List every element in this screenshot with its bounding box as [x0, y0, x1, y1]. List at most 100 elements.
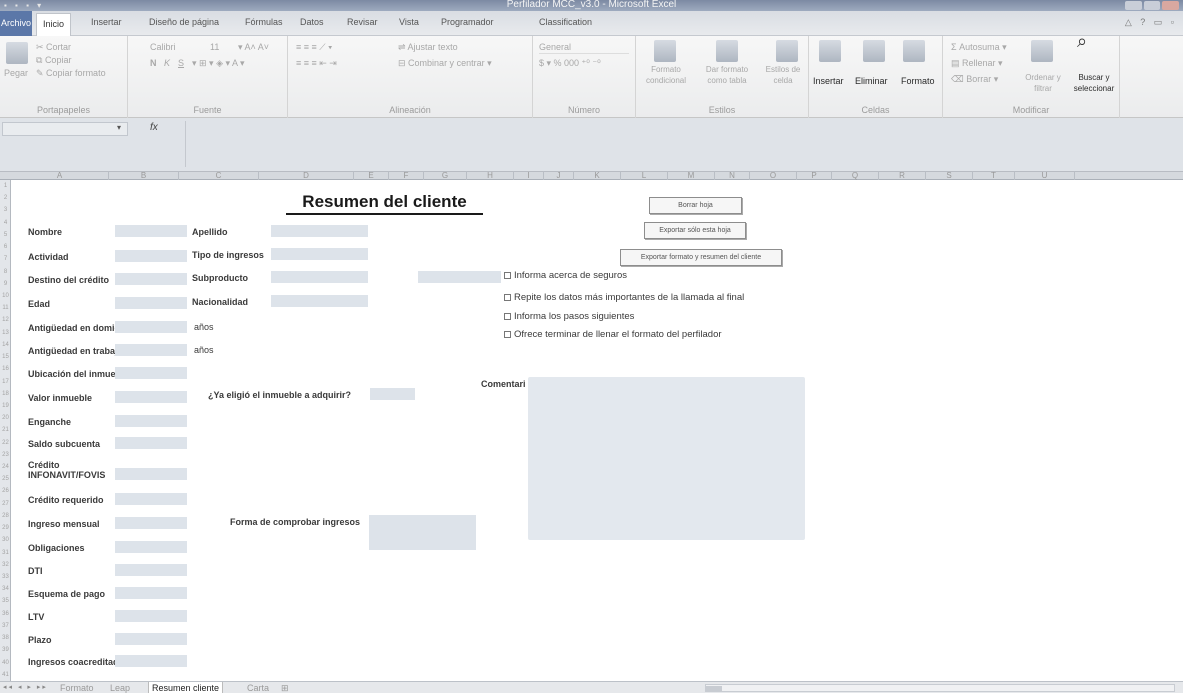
row-header[interactable]: 17 [0, 376, 11, 388]
new-sheet-icon[interactable]: ⊞ [281, 682, 289, 693]
maximize-button[interactable] [1143, 1, 1161, 10]
input-ingresos-coacreditado[interactable] [115, 655, 187, 667]
row-header[interactable]: 22 [0, 437, 11, 449]
delete-button[interactable]: Eliminar [855, 76, 888, 87]
row-header[interactable]: 34 [0, 583, 11, 595]
column-header[interactable]: M [668, 171, 715, 180]
input-esquema-pago[interactable] [115, 587, 187, 599]
row-header[interactable]: 28 [0, 510, 11, 522]
input-credito-requerido[interactable] [115, 493, 187, 505]
check-repite-datos[interactable]: Repite los datos más importantes de la l… [504, 292, 744, 303]
row-header[interactable]: 9 [0, 278, 11, 290]
row-header[interactable]: 13 [0, 327, 11, 339]
merge-center-button[interactable]: ⊟ Combinar y centrar ▾ [398, 58, 492, 69]
sheet-tab-resumen-cliente[interactable]: Resumen cliente [148, 682, 224, 693]
underline-button[interactable]: S [178, 58, 184, 69]
row-header[interactable]: 41 [0, 669, 11, 681]
input-ubicacion[interactable] [115, 367, 187, 379]
row-header[interactable]: 24 [0, 461, 11, 473]
column-header[interactable]: N [715, 171, 750, 180]
horizontal-scrollbar[interactable] [705, 684, 1175, 692]
input-valor-inmueble[interactable] [115, 391, 187, 403]
currency-percent-icon[interactable]: $ ▾ % 000 ⁺⁰ ⁻⁰ [539, 58, 601, 69]
format-painter-button[interactable]: ✎ Copiar formato [36, 68, 106, 79]
sheet-tab-leap[interactable]: Leap [110, 682, 130, 693]
input-dti[interactable] [115, 564, 187, 576]
input-subproducto-extra[interactable] [418, 271, 501, 283]
sheet-tab-formato[interactable]: Formato [60, 682, 94, 693]
grow-font-icon[interactable]: ▾ A˄ A˅ [238, 42, 269, 53]
fx-icon[interactable]: fx [150, 122, 158, 133]
column-header[interactable]: L [621, 171, 668, 180]
row-header[interactable]: 26 [0, 485, 11, 497]
cell-styles-button[interactable]: Estilos de celda [760, 64, 806, 86]
format-cells-icon[interactable] [903, 40, 925, 62]
sheet-nav-arrows[interactable]: ◂◂ ◂ ▸ ▸▸ [3, 683, 48, 691]
input-credito-infonavit[interactable] [115, 468, 187, 480]
tab-classification[interactable]: Classification [539, 17, 592, 27]
row-header[interactable]: 25 [0, 473, 11, 485]
input-apellido[interactable] [271, 225, 368, 237]
input-nacionalidad[interactable] [271, 295, 368, 307]
cut-button[interactable]: ✂ Cortar [36, 42, 71, 53]
name-box[interactable]: ▾ [2, 122, 128, 136]
row-header[interactable]: 2 [0, 192, 11, 204]
font-name-select[interactable]: Calibri [150, 42, 176, 53]
row-header[interactable]: 15 [0, 351, 11, 363]
column-header[interactable]: F [389, 171, 424, 180]
checkbox-icon[interactable] [504, 313, 511, 320]
row-header[interactable]: 7 [0, 253, 11, 265]
comments-box[interactable] [528, 377, 805, 540]
column-header[interactable]: T [973, 171, 1015, 180]
conditional-format-button[interactable]: Formato condicional [638, 64, 694, 86]
column-header[interactable]: A [11, 171, 109, 180]
export-sheet-button[interactable]: Exportar sólo esta hoja [644, 222, 746, 239]
autosum-button[interactable]: Σ Autosuma ▾ [951, 42, 1007, 53]
checkbox-icon[interactable] [504, 272, 511, 279]
find-select-button[interactable]: Buscar y seleccionar [1067, 72, 1121, 94]
window-controls[interactable] [1125, 1, 1180, 10]
column-header[interactable]: C [179, 171, 259, 180]
minimize-button[interactable] [1125, 1, 1142, 10]
clear-sheet-button[interactable]: Borrar hoja [649, 197, 742, 214]
input-saldo-subcuenta[interactable] [115, 437, 187, 449]
help-icon[interactable]: △ ? ▭ ▫ [1125, 17, 1177, 28]
scrollbar-thumb[interactable] [706, 686, 722, 691]
border-fill-color-icon[interactable]: ▾ ⊞ ▾ ◈ ▾ A ▾ [192, 58, 245, 69]
format-as-table-button[interactable]: Dar formato como tabla [698, 64, 756, 86]
row-header[interactable]: 40 [0, 657, 11, 669]
column-header[interactable]: Q [832, 171, 879, 180]
input-actividad[interactable] [115, 250, 187, 262]
copy-button[interactable]: ⧉ Copiar [36, 55, 71, 66]
tab-diseno[interactable]: Diseño de página [149, 17, 219, 27]
row-header[interactable]: 27 [0, 498, 11, 510]
check-terminar-formato[interactable]: Ofrece terminar de llenar el formato del… [504, 329, 722, 340]
format-button[interactable]: Formato [901, 76, 935, 87]
delete-cells-icon[interactable] [863, 40, 885, 62]
tab-archivo[interactable]: Archivo [0, 11, 32, 36]
input-antiguedad-trabajo[interactable] [115, 344, 187, 356]
input-comprobar-ingresos[interactable] [369, 515, 476, 550]
italic-button[interactable]: K [164, 58, 170, 69]
tab-inicio[interactable]: Inicio [36, 13, 72, 36]
tab-programador[interactable]: Programador [441, 17, 494, 27]
tab-datos[interactable]: Datos [300, 17, 324, 27]
font-size-select[interactable]: 11 [210, 42, 219, 53]
conditional-format-icon[interactable] [654, 40, 676, 62]
row-header[interactable]: 39 [0, 644, 11, 656]
input-antiguedad-domicilio[interactable] [115, 321, 187, 333]
chevron-down-icon[interactable]: ▾ [117, 123, 121, 132]
row-header[interactable]: 32 [0, 559, 11, 571]
column-header[interactable]: P [797, 171, 832, 180]
align-top-icon[interactable]: ≡ ≡ ≡ ⟋ ▾ [296, 42, 332, 53]
cell-styles-icon[interactable] [776, 40, 798, 62]
row-header[interactable]: 19 [0, 400, 11, 412]
row-header[interactable]: 5 [0, 229, 11, 241]
row-header[interactable]: 31 [0, 547, 11, 559]
column-header[interactable]: G [424, 171, 467, 180]
column-header[interactable]: O [750, 171, 797, 180]
number-format-select[interactable]: General [539, 42, 629, 54]
paste-button[interactable]: Pegar [4, 68, 28, 79]
row-header[interactable]: 8 [0, 266, 11, 278]
export-all-button[interactable]: Exportar formato y resumen del cliente [620, 249, 782, 266]
